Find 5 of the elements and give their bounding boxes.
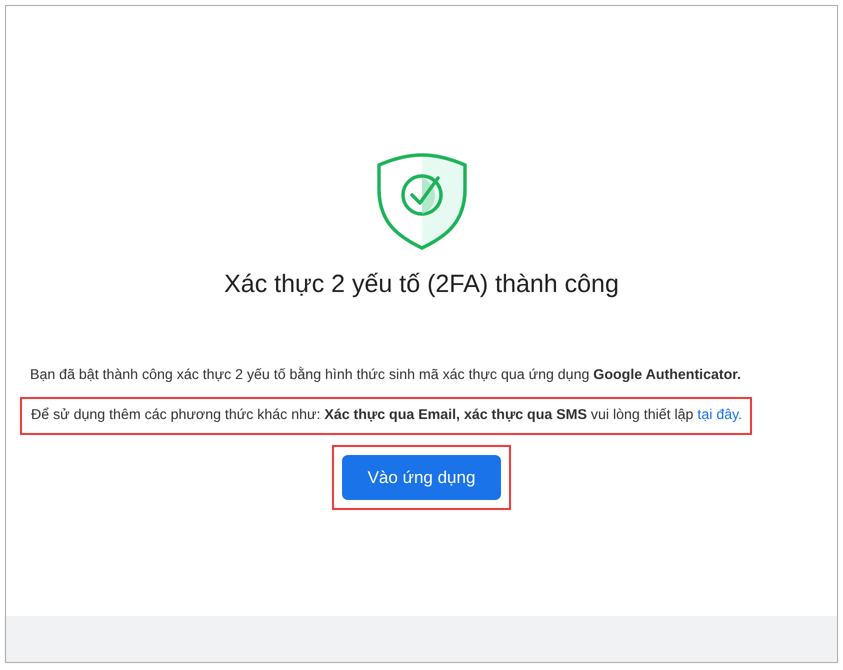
page-title: Xác thực 2 yếu tố (2FA) thành công <box>224 269 619 299</box>
setup-link[interactable]: tại đây. <box>697 407 742 424</box>
setup-notice: Để sử dụng thêm các phương thức khác như: Xác thực qua Email, xác thực qua SMS vui lòng thiết lập tại đây. <box>31 407 742 424</box>
success-message: Bạn đã bật thành công xác thực 2 yếu tố bằng hình thức sinh mã xác thực qua ứng dụng Google Authenticator. <box>30 366 741 385</box>
open-app-button[interactable]: Vào ứng dụng <box>342 454 502 500</box>
